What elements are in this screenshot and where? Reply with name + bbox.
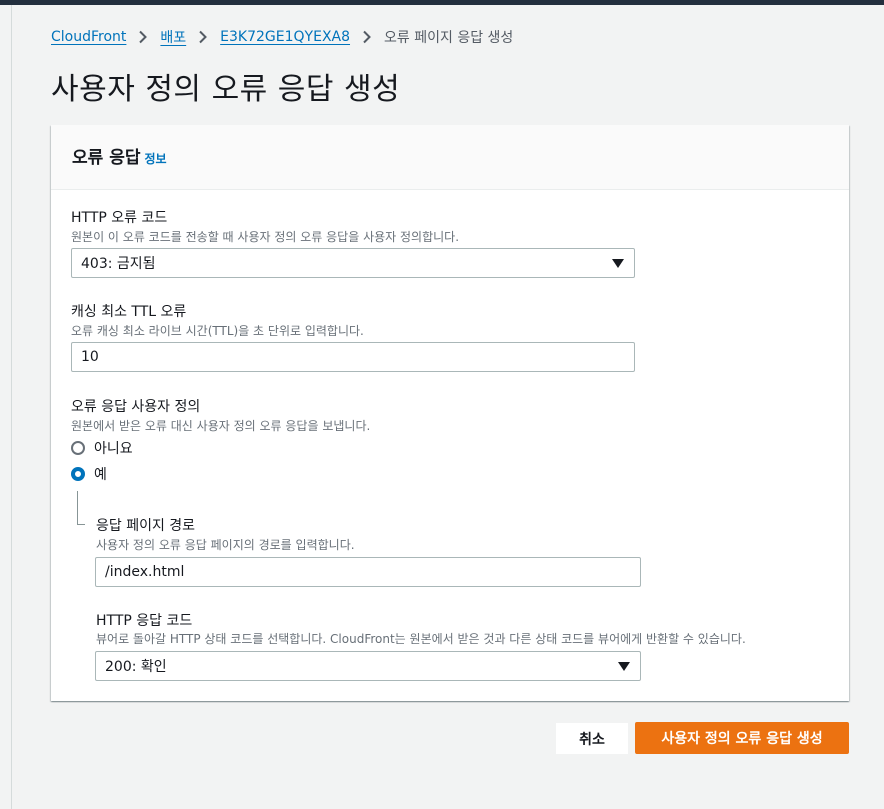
breadcrumb-cloudfront[interactable]: CloudFront [51, 29, 126, 45]
http-error-code-description: 원본이 이 오류 코드를 전송할 때 사용자 정의 오류 응답을 사용자 정의합… [71, 230, 460, 244]
radio-option-no[interactable]: 아니요 [71, 438, 133, 458]
error-response-panel: 오류 응답 정보 HTTP 오류 코드 원본이 이 오류 코드를 전송할 때 사용… [51, 125, 849, 701]
response-page-path-value: /index.html [105, 564, 185, 580]
http-error-code-select[interactable]: 403: 금지됨 [71, 248, 635, 278]
chevron-right-icon [363, 30, 371, 44]
radio-unselected-icon [71, 441, 85, 455]
http-error-code-value: 403: 금지됨 [81, 256, 156, 272]
http-response-code-label: HTTP 응답 코드 [96, 613, 193, 629]
http-error-code-label: HTTP 오류 코드 [71, 210, 168, 226]
min-ttl-label: 캐싱 최소 TTL 오류 [71, 304, 187, 320]
chevron-right-icon [199, 30, 208, 44]
info-link[interactable]: 정보 [144, 152, 166, 166]
nested-connector-line [77, 491, 78, 524]
cancel-button[interactable]: 취소 [556, 723, 628, 754]
http-response-code-value: 200: 확인 [105, 659, 167, 675]
caret-down-icon [618, 662, 630, 671]
create-custom-error-response-button[interactable]: 사용자 정의 오류 응답 생성 [635, 722, 849, 754]
page-title: 사용자 정의 오류 응답 생성 [51, 72, 401, 107]
chevron-right-icon [139, 30, 148, 44]
breadcrumb: CloudFront 배포 E3K72GE1QYEXA8 오류 페이지 응답 생… [51, 27, 513, 47]
panel-header: 오류 응답 정보 [51, 125, 849, 190]
customize-label: 오류 응답 사용자 정의 [71, 399, 201, 415]
response-page-path-description: 사용자 정의 오류 응답 페이지의 경로를 입력합니다. [96, 538, 355, 552]
radio-option-yes[interactable]: 예 [71, 464, 107, 484]
radio-option-yes-label: 예 [94, 467, 107, 483]
breadcrumb-distribution-id[interactable]: E3K72GE1QYEXA8 [220, 29, 350, 45]
http-response-code-description: 뷰어로 돌아갈 HTTP 상태 코드를 선택합니다. CloudFront는 원… [96, 632, 746, 646]
caret-down-icon [612, 259, 624, 268]
min-ttl-description: 오류 캐싱 최소 라이브 시간(TTL)을 초 단위로 입력합니다. [71, 324, 364, 338]
top-navigation-bar [0, 0, 884, 5]
min-ttl-value: 10 [81, 349, 99, 365]
breadcrumb-distributions[interactable]: 배포 [160, 27, 186, 47]
customize-description: 원본에서 받은 오류 대신 사용자 정의 오류 응답을 보냅니다. [71, 419, 371, 433]
radio-selected-icon [71, 467, 85, 481]
http-response-code-select[interactable]: 200: 확인 [95, 651, 641, 681]
response-page-path-label: 응답 페이지 경로 [96, 518, 196, 534]
side-divider [11, 5, 12, 809]
panel-title-text: 오류 응답 [72, 148, 141, 168]
radio-option-no-label: 아니요 [94, 441, 133, 457]
breadcrumb-current: 오류 페이지 응답 생성 [384, 30, 514, 46]
nested-connector-tick [77, 524, 85, 525]
panel-title: 오류 응답 정보 [72, 143, 167, 168]
response-page-path-input[interactable]: /index.html [95, 557, 641, 587]
min-ttl-input[interactable]: 10 [71, 342, 635, 372]
